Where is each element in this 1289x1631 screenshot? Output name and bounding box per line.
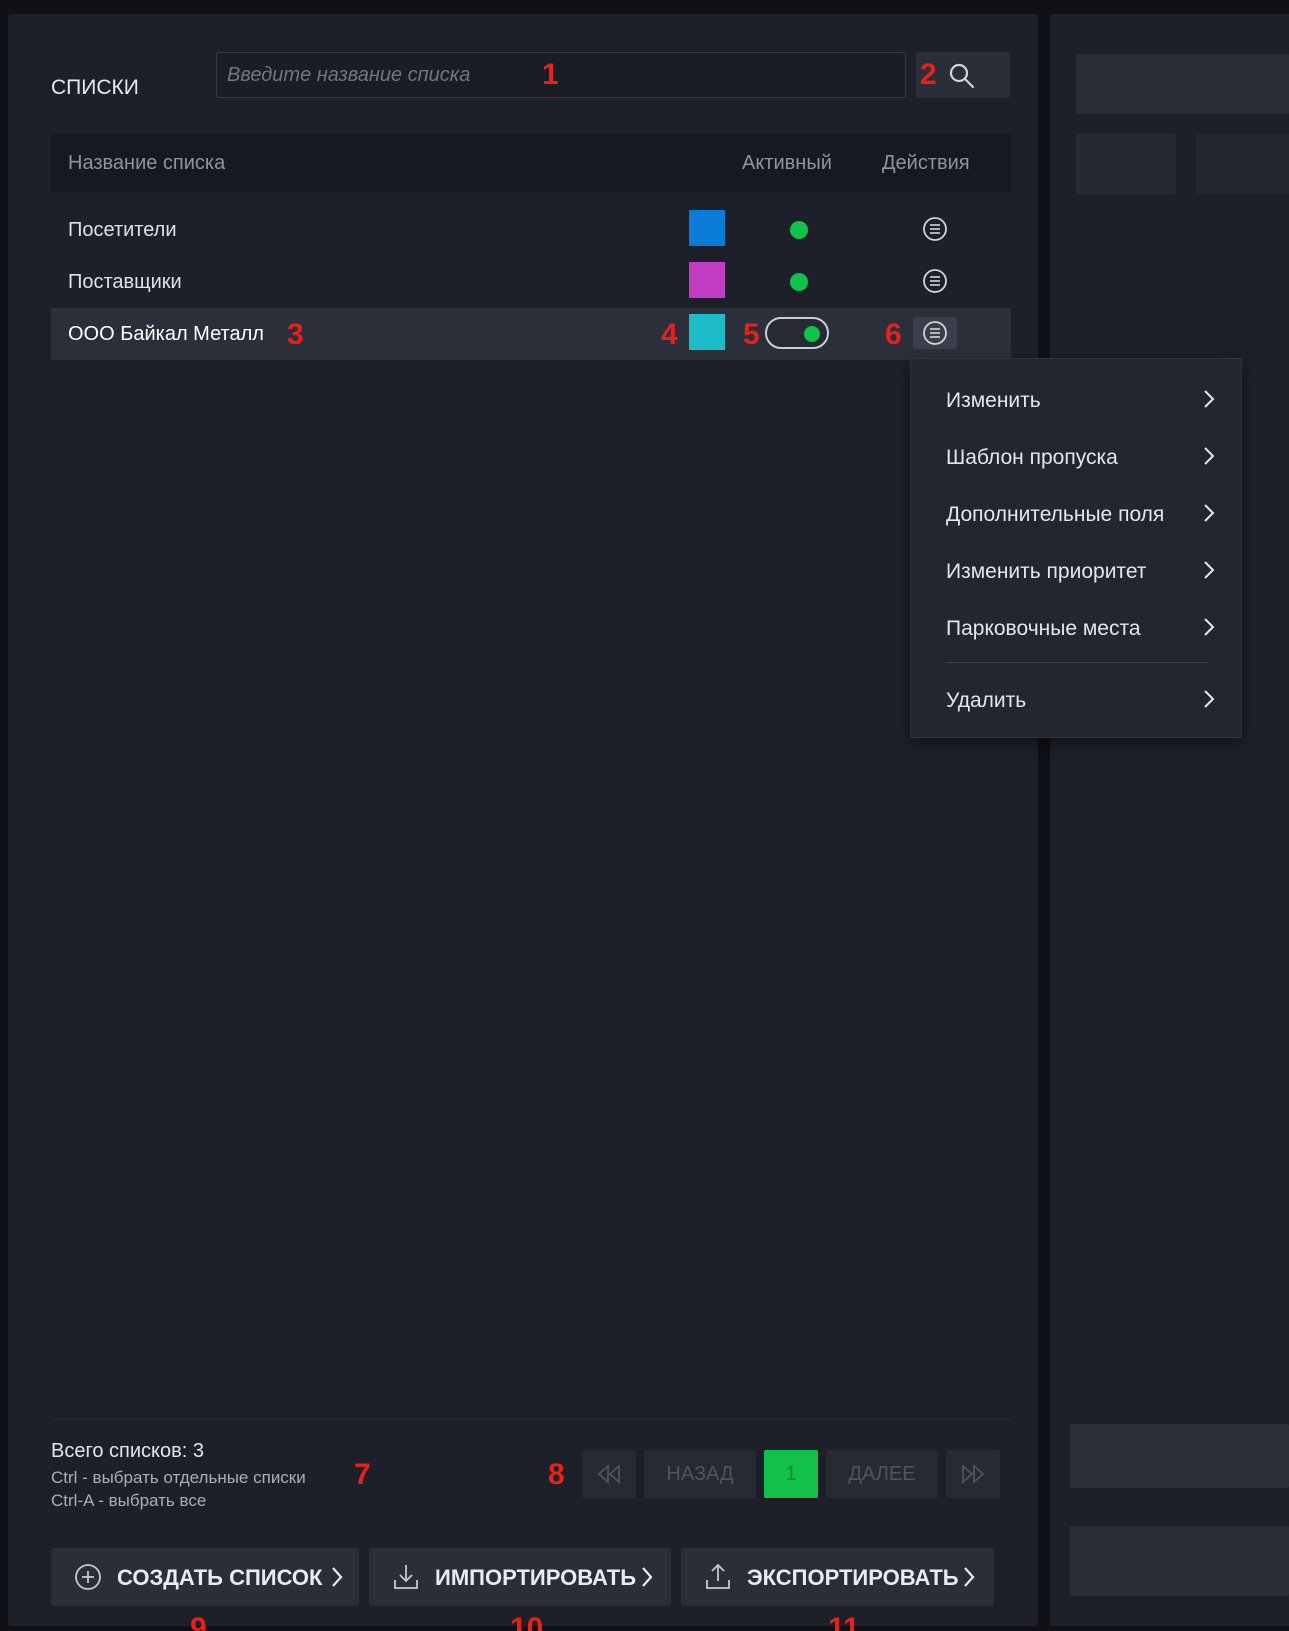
create-list-button[interactable]: СОЗДАТЬ СПИСОК	[51, 1548, 359, 1606]
chevron-right-icon	[1204, 561, 1215, 579]
table-header: Название списка Активный Действия	[51, 134, 1011, 192]
hint-ctrl-a: Ctrl-A - выбрать все	[51, 1491, 207, 1510]
menu-item-label: Удалить	[946, 689, 1027, 712]
chevron-right-icon	[964, 1567, 975, 1587]
chevron-right-icon	[1204, 618, 1215, 636]
column-header-name: Название списка	[68, 152, 226, 174]
annotation-6: 6	[885, 318, 902, 351]
menu-item-label: Парковочные места	[946, 617, 1141, 640]
export-label: ЭКСПОРТИРОВАТЬ	[747, 1565, 959, 1590]
annotation-8: 8	[548, 1458, 565, 1491]
list-name: Поставщики	[68, 271, 182, 293]
menu-item-parking[interactable]: Парковочные места	[946, 607, 1216, 647]
actions-button[interactable]	[919, 265, 951, 297]
annotation-1: 1	[542, 58, 559, 91]
list-name: Посетители	[68, 219, 177, 241]
chevron-right-icon	[332, 1567, 343, 1587]
first-page-button[interactable]	[582, 1450, 636, 1498]
table-row-selected[interactable]: ООО Байкал Металл 3 4 5 6	[51, 308, 1011, 360]
create-list-label: СОЗДАТЬ СПИСОК	[117, 1565, 323, 1590]
color-swatch[interactable]	[689, 210, 725, 246]
menu-item-label: Шаблон пропуска	[946, 446, 1118, 469]
total-lists: Всего списков: 3	[51, 1440, 204, 1462]
upload-icon	[706, 1563, 730, 1589]
blurred-block	[1070, 1526, 1289, 1596]
chevron-right-icon	[1204, 390, 1215, 408]
next-button[interactable]: ДАЛЕЕ	[826, 1450, 938, 1498]
menu-item-label: Изменить приоритет	[946, 560, 1147, 583]
table-row[interactable]: Поставщики	[51, 256, 1011, 308]
page-title: СПИСКИ	[51, 76, 139, 99]
table-row[interactable]: Посетители	[51, 204, 1011, 256]
export-button[interactable]: ЭКСПОРТИРОВАТЬ	[681, 1548, 994, 1606]
actions-button[interactable]	[913, 317, 957, 349]
chevron-right-icon	[642, 1567, 653, 1587]
menu-item-edit[interactable]: Изменить	[946, 379, 1216, 419]
annotation-4: 4	[661, 318, 678, 351]
toggle-knob	[804, 326, 820, 342]
menu-circle-icon	[923, 321, 947, 345]
annotation-11: 11	[828, 1612, 860, 1631]
chevron-right-icon	[1204, 447, 1215, 465]
divider	[51, 1419, 1011, 1420]
chevron-right-icon	[1204, 690, 1215, 708]
menu-item-change-priority[interactable]: Изменить приоритет	[946, 550, 1216, 590]
blurred-block	[1076, 54, 1289, 114]
menu-item-label: Дополнительные поля	[946, 503, 1165, 526]
annotation-9: 9	[190, 1612, 207, 1631]
search-icon	[949, 63, 975, 89]
color-swatch[interactable]	[689, 262, 725, 298]
menu-item-extra-fields[interactable]: Дополнительные поля	[946, 493, 1216, 533]
menu-circle-icon	[923, 269, 947, 293]
annotation-5: 5	[743, 318, 760, 351]
list-name: ООО Байкал Металл	[68, 323, 264, 345]
search-input[interactable]	[216, 52, 906, 98]
active-indicator	[790, 273, 808, 291]
menu-item-pass-template[interactable]: Шаблон пропуска	[946, 436, 1216, 476]
import-button[interactable]: ИМПОРТИРОВАТЬ	[369, 1548, 671, 1606]
context-menu: Изменить Шаблон пропуска Дополнительные …	[910, 358, 1242, 738]
color-swatch[interactable]	[689, 314, 725, 350]
page-button-current[interactable]: 1	[764, 1450, 818, 1498]
annotation-10: 10	[510, 1612, 544, 1631]
download-icon	[394, 1565, 418, 1589]
blurred-block	[1076, 134, 1176, 194]
annotation-7: 7	[354, 1458, 371, 1491]
back-button[interactable]: НАЗАД	[644, 1450, 756, 1498]
chevron-right-icon	[1204, 504, 1215, 522]
double-chevron-right-icon	[962, 1463, 985, 1485]
column-header-actions: Действия	[882, 152, 970, 174]
column-header-active: Активный	[742, 152, 832, 174]
blurred-block	[1196, 134, 1289, 194]
details-panel-blurred	[1050, 14, 1289, 1626]
double-chevron-left-icon	[597, 1463, 620, 1485]
annotation-3: 3	[287, 318, 304, 351]
menu-divider	[946, 662, 1208, 663]
hint-ctrl: Ctrl - выбрать отдельные списки	[51, 1468, 306, 1487]
menu-item-delete[interactable]: Удалить	[946, 679, 1216, 719]
actions-button[interactable]	[919, 213, 951, 245]
annotation-2: 2	[920, 58, 937, 91]
menu-item-label: Изменить	[946, 389, 1041, 412]
last-page-button[interactable]	[946, 1450, 1000, 1498]
blurred-block	[1070, 1424, 1289, 1488]
active-indicator	[790, 221, 808, 239]
import-label: ИМПОРТИРОВАТЬ	[435, 1565, 637, 1590]
menu-circle-icon	[923, 217, 947, 241]
active-toggle[interactable]	[765, 317, 829, 349]
lists-panel: СПИСКИ 1 2 Название списка Активный Дейс…	[8, 14, 1038, 1631]
plus-circle-icon	[75, 1564, 101, 1590]
